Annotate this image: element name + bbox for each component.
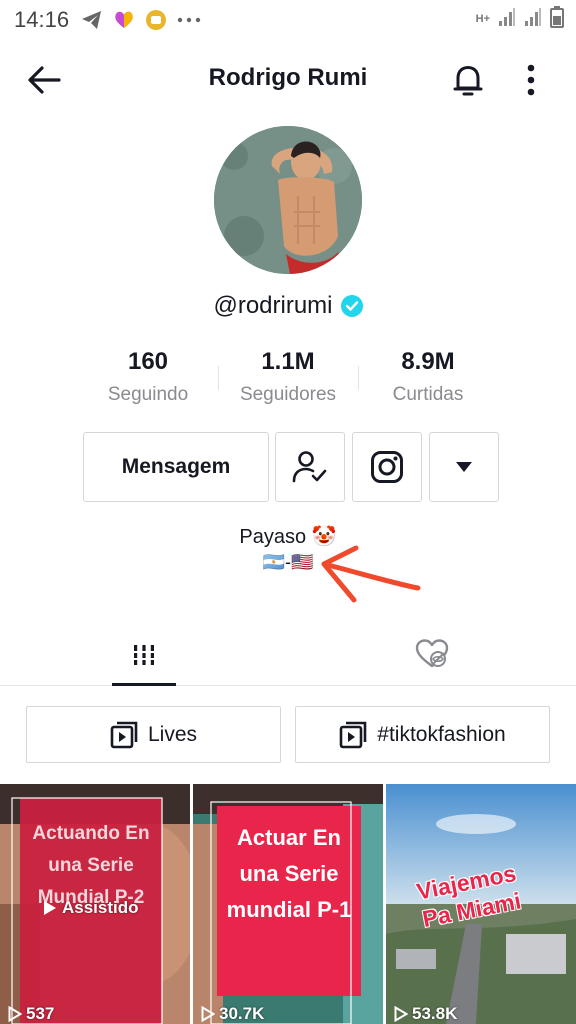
hidden-heart-icon bbox=[415, 639, 449, 668]
video-views: 537 bbox=[8, 1004, 54, 1024]
profile-tabs bbox=[0, 622, 576, 686]
network-label: H+ bbox=[475, 13, 490, 25]
play-outline-icon bbox=[394, 1006, 408, 1022]
instagram-button[interactable] bbox=[352, 432, 422, 502]
page-title: Rodrigo Rumi bbox=[208, 64, 368, 91]
video-thumbnail[interactable]: Viajemos Pa Miami 53.8K bbox=[386, 784, 576, 1024]
user-check-icon bbox=[292, 451, 327, 483]
stat-value: 8.9M bbox=[401, 348, 455, 375]
annotation-arrow-icon bbox=[321, 545, 421, 603]
message-button[interactable]: Mensagem bbox=[83, 432, 269, 502]
bio-flags: 🇦🇷-🇺🇸 bbox=[0, 552, 576, 573]
stat-label: Seguindo bbox=[107, 384, 189, 405]
suggested-accounts-button[interactable] bbox=[429, 432, 499, 502]
views-count: 537 bbox=[26, 1004, 55, 1023]
avatar[interactable] bbox=[214, 126, 362, 274]
playlist-label: Lives bbox=[147, 722, 198, 746]
playlist-icon bbox=[339, 721, 367, 748]
stat-value: 1.1M bbox=[261, 348, 315, 375]
grid-icon bbox=[131, 645, 157, 665]
playlist-button-tiktokfashion[interactable]: #tiktokfashion bbox=[295, 706, 550, 763]
video-thumbnail[interactable]: Actuar En una Serie mundial P-1 30.7K bbox=[193, 784, 383, 1024]
battery-icon bbox=[550, 6, 564, 33]
vertical-dots-icon bbox=[527, 64, 535, 96]
more-options-button[interactable] bbox=[516, 60, 546, 100]
caret-down-icon bbox=[456, 462, 472, 472]
tab-videos[interactable] bbox=[112, 622, 176, 686]
stat-followers[interactable]: 1.1M Seguidores bbox=[218, 346, 358, 406]
watched-label: Assistido bbox=[44, 898, 139, 918]
video-caption: Actuar En una Serie mundial P-1 bbox=[226, 825, 352, 922]
message-button-label: Mensagem bbox=[121, 455, 231, 478]
username: @rodrirumi bbox=[213, 292, 333, 319]
telegram-icon bbox=[81, 10, 103, 30]
hplus-icon: H+ bbox=[476, 14, 490, 25]
stat-value: 160 bbox=[127, 348, 169, 375]
stat-label: Curtidas bbox=[392, 384, 464, 405]
play-outline-icon bbox=[201, 1006, 215, 1022]
profile-stats: 160 Seguindo 1.1M Seguidores 8.9M Curtid… bbox=[0, 346, 576, 416]
coin-icon bbox=[145, 9, 167, 31]
username-row: @rodrirumi bbox=[0, 292, 576, 320]
playlist-icon bbox=[110, 721, 138, 748]
bell-icon bbox=[453, 66, 483, 96]
video-views: 30.7K bbox=[201, 1004, 264, 1024]
more-dots-icon bbox=[177, 17, 201, 23]
views-count: 53.8K bbox=[412, 1004, 458, 1023]
watched-text: Assistido bbox=[62, 898, 139, 917]
status-time: 14:16 bbox=[14, 7, 70, 32]
bio-line: Payaso 🤡 bbox=[239, 526, 337, 548]
active-tab-indicator bbox=[112, 683, 176, 686]
stat-following[interactable]: 160 Seguindo bbox=[78, 346, 218, 406]
signal-icon bbox=[498, 7, 516, 32]
likee-icon bbox=[113, 10, 135, 30]
video-views: 53.8K bbox=[394, 1004, 457, 1024]
views-count: 30.7K bbox=[219, 1004, 265, 1023]
play-outline-icon bbox=[8, 1006, 22, 1022]
bio-flags-text: 🇦🇷-🇺🇸 bbox=[262, 552, 314, 572]
playlist-button-lives[interactable]: Lives bbox=[26, 706, 281, 763]
stat-label: Seguidores bbox=[239, 384, 337, 405]
verified-badge-icon bbox=[340, 295, 363, 317]
notifications-button[interactable] bbox=[448, 60, 488, 100]
following-status-button[interactable] bbox=[275, 432, 345, 502]
status-bar: 14:16 H+ bbox=[0, 0, 576, 40]
instagram-icon bbox=[371, 451, 403, 483]
profile-header: Rodrigo Rumi bbox=[0, 50, 576, 110]
playlist-label: #tiktokfashion bbox=[377, 722, 506, 746]
tab-liked[interactable] bbox=[400, 622, 464, 686]
stat-likes[interactable]: 8.9M Curtidas bbox=[358, 346, 498, 406]
video-thumbnail[interactable]: Actuando En una Serie Mundial P-2 Assist… bbox=[0, 784, 190, 1024]
play-icon bbox=[44, 901, 56, 915]
status-right-icons: H+ bbox=[476, 6, 564, 33]
signal-icon bbox=[524, 7, 542, 32]
